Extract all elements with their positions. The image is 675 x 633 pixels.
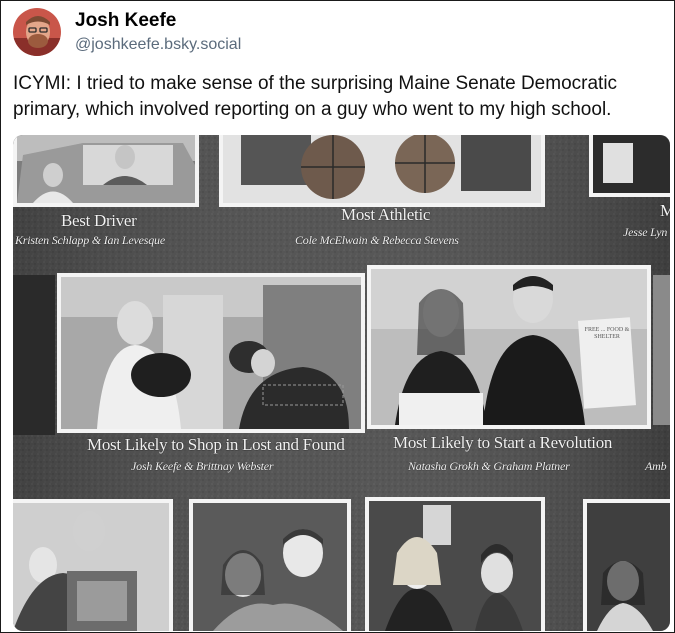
caption-title: Most Likely to Shop in Lost and Found <box>87 435 345 454</box>
photo-row3-d <box>583 499 670 631</box>
photo-row3-a <box>13 499 173 631</box>
caption-names: Jesse Lyn <box>623 225 668 239</box>
caption-names: Natasha Grokh & Graham Platner <box>408 459 570 473</box>
photo-most-athletic <box>219 135 545 207</box>
caption-title: Best Driver <box>61 211 137 230</box>
photo-best-driver <box>13 135 199 207</box>
caption-title: Most Athletic <box>341 205 431 224</box>
caption-names: Amb <box>645 459 667 473</box>
caption-names: Josh Keefe & Brittnay Webster <box>131 459 274 473</box>
protest-sign-text: FREE ... FOOD & SHELTER <box>584 327 630 340</box>
avatar[interactable] <box>13 8 61 56</box>
photo-lost-and-found <box>57 273 365 433</box>
photo-row3-c <box>365 497 545 631</box>
caption-title: M <box>660 201 670 221</box>
caption-names: Cole McElwain & Rebecca Stevens <box>295 233 459 247</box>
post-text: ICYMI: I tried to make sense of the surp… <box>13 73 618 120</box>
photo-row1-right <box>589 135 670 197</box>
photo-row3-b <box>189 499 351 631</box>
post-image[interactable]: Best Driver Kristen Schlapp & Ian Levesq… <box>13 135 670 631</box>
photo-start-a-revolution <box>367 265 651 429</box>
caption-names: Kristen Schlapp & Ian Levesque <box>15 233 165 247</box>
caption-title: Most Likely to Start a Revolution <box>393 433 613 452</box>
post-card: Josh Keefe @joshkeefe.bsky.social ICYMI:… <box>0 0 675 633</box>
user-handle[interactable]: @joshkeefe.bsky.social <box>75 36 241 54</box>
display-name[interactable]: Josh Keefe <box>75 10 176 32</box>
